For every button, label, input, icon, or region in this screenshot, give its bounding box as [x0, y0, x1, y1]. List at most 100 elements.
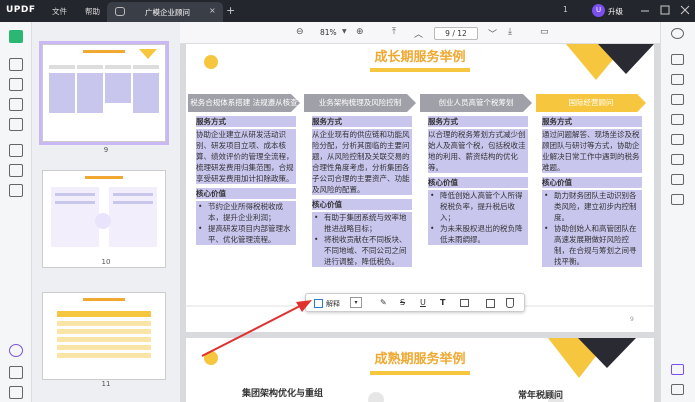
notification-count[interactable]: 1 — [563, 5, 568, 14]
last-page-icon[interactable]: ⤓ — [508, 27, 512, 37]
search-icon[interactable] — [671, 28, 684, 39]
underline-icon[interactable]: U — [420, 298, 426, 307]
new-tab-button[interactable]: + — [226, 4, 235, 17]
col4-value-item: 协助创始人和高管团队在高速发展期做好风险控制，在合规与筹划之间寻找平衡。 — [542, 223, 642, 267]
copy-icon[interactable] — [486, 299, 495, 308]
page-total: 12 — [457, 29, 467, 38]
thumbnail-9-preview — [43, 45, 165, 141]
ai-icon[interactable] — [9, 344, 23, 357]
print-icon[interactable] — [671, 174, 684, 185]
text-selection-popup: 解释 ▾ ✎ S U T — [305, 293, 525, 312]
zoom-dropdown-icon[interactable]: ▼ — [342, 28, 347, 35]
edit-pdf-icon[interactable] — [9, 78, 23, 91]
thumbnail-panel: 9 10 11 — [32, 22, 180, 402]
col2-value-heading: 核心价值 — [312, 199, 412, 210]
comment-note-icon[interactable] — [460, 299, 469, 307]
convert-icon[interactable] — [671, 74, 684, 85]
col2-method-heading: 服务方式 — [312, 116, 412, 127]
page-10-subtitle-left: 集团架构优化与重组 — [242, 389, 324, 399]
document-tab[interactable]: 广模企业顾问 × — [107, 2, 223, 22]
compress-icon[interactable] — [671, 94, 684, 105]
tab-close-icon[interactable]: × — [209, 6, 216, 15]
upgrade-button[interactable]: U 升级 — [590, 3, 626, 19]
zoom-in-icon[interactable]: ⊕ — [356, 27, 364, 37]
tab-title: 广模企业顾问 — [145, 8, 190, 17]
left-tool-bar — [0, 22, 32, 402]
col4-value-heading: 核心价值 — [542, 177, 642, 188]
column-3: 服务方式 以合理的税务筹划方式减少创始人及高管个税，包括税收洼地的利用、薪资结构… — [428, 114, 528, 245]
page-9: 成长期服务举例 税务合规体系搭建 法规遵从核查及扣减 业务架构梳理及风险控制 创… — [186, 44, 654, 332]
title-bar: UPDF 文件 帮助 广模企业顾问 × + 1 U 升级 — [0, 0, 695, 22]
explain-button[interactable]: 解释 — [326, 299, 340, 309]
column-header-1: 税务合规体系搭建 法规遵从核查及扣减 — [188, 94, 300, 112]
thumbnail-11-preview — [43, 293, 165, 379]
comment-icon[interactable] — [9, 58, 23, 71]
ocr-icon[interactable] — [671, 54, 684, 65]
batch-icon[interactable] — [671, 194, 684, 205]
zoom-level[interactable]: 81% — [320, 28, 337, 37]
thumbnail-label-9: 9 — [103, 146, 109, 154]
thumbnail-page-10[interactable] — [42, 170, 166, 268]
attachment-icon[interactable] — [9, 386, 23, 399]
app-logo: UPDF — [6, 5, 36, 15]
col3-method-heading: 服务方式 — [428, 116, 528, 127]
col1-value-item: 提高研发项目内部管理水平、优化管理流程。 — [196, 223, 296, 245]
column-2: 服务方式 从企业现有的供应链和功能风险分配，分析其面临的主要问题，从风险控制及关… — [312, 114, 412, 267]
prev-page-icon[interactable]: ︿ — [414, 27, 423, 40]
col3-value-item: 为未来股权退出的税负降低未雨绸缪。 — [428, 223, 528, 245]
explain-dropdown[interactable]: ▾ — [350, 297, 362, 308]
presentation-icon[interactable]: ▭ — [540, 27, 549, 37]
red-arrow-annotation — [201, 300, 312, 357]
column-1: 服务方式 协助企业建立从研发活动识别、研发项目立项、成本核算、绩效评价的管理全流… — [196, 114, 296, 245]
close-window-icon[interactable] — [680, 4, 690, 16]
menu-help[interactable]: 帮助 — [85, 6, 100, 17]
protect-icon[interactable] — [9, 164, 23, 177]
highlight-icon[interactable]: ✎ — [380, 298, 387, 307]
column-header-4: 国际经营顾问 — [536, 94, 646, 112]
page-10-subtitle-right: 常年税顾问 — [518, 391, 564, 401]
title-underline — [370, 68, 470, 72]
stamp-icon[interactable] — [9, 144, 23, 157]
col2-method-text: 从企业现有的供应链和功能风险分配，分析其面临的主要问题，从风险控制及关联交易的合… — [312, 129, 412, 195]
thumbnail-label-10: 10 — [101, 258, 111, 266]
chat-icon[interactable] — [671, 384, 684, 395]
col3-method-text: 以合理的税务筹划方式减少创始人及高管个税，包括税收洼地的利用、薪资结构的优化等。 — [428, 129, 528, 173]
first-page-icon[interactable]: ⤒ — [392, 27, 396, 37]
page-9-title: 成长期服务举例 — [374, 50, 466, 65]
insert-text-icon[interactable]: T — [440, 298, 445, 307]
organize-icon[interactable] — [9, 118, 23, 131]
maximize-icon[interactable] — [660, 4, 670, 16]
page-number-input[interactable]: 9 / 12 — [434, 27, 478, 40]
upgrade-label: 升级 — [608, 7, 623, 16]
save-icon[interactable] — [671, 154, 684, 165]
thumbnail-label-11: 11 — [101, 380, 111, 388]
form-icon[interactable] — [9, 98, 23, 111]
col4-value-item: 助力财务团队主动识别各类风险，建立初步内控制度。 — [542, 190, 642, 223]
col2-value-item: 有助于集团系统与效率地推进战略目标； — [312, 212, 412, 234]
menu-file[interactable]: 文件 — [52, 6, 67, 17]
bookmark-add-icon[interactable] — [506, 298, 514, 308]
strikethrough-icon[interactable]: S — [400, 298, 405, 307]
col3-value-item: 降低创始人高管个人所得税税负率，提升税后收入； — [428, 190, 528, 223]
col1-value-item: 节约企业所得税税收成本，提升企业利润； — [196, 201, 296, 223]
ai-assistant-icon[interactable] — [671, 364, 684, 375]
protect-doc-icon[interactable] — [671, 114, 684, 125]
thumbnail-page-9[interactable] — [39, 41, 169, 145]
col1-method-heading: 服务方式 — [196, 116, 296, 127]
next-page-icon[interactable]: ﹀ — [488, 27, 497, 40]
page-9-number: 9 — [630, 316, 634, 323]
zoom-out-icon[interactable]: ⊖ — [296, 27, 304, 37]
avatar: U — [592, 4, 605, 17]
layers-icon[interactable] — [9, 184, 23, 197]
column-header-3: 创业人员高管个税筹划 — [420, 94, 532, 112]
thumbnail-page-11[interactable] — [42, 292, 166, 380]
col4-method-text: 通过问题解答、现场坐诊及税顾团队与研讨等方式，协助企业解决日常工作中遇到的税务难… — [542, 129, 642, 173]
col1-value-heading: 核心价值 — [196, 188, 296, 199]
column-4: 服务方式 通过问题解答、现场坐诊及税顾团队与研讨等方式，协助企业解决日常工作中遇… — [542, 114, 642, 267]
minimize-icon[interactable] — [640, 4, 650, 16]
page-10-title-underline — [370, 371, 470, 375]
bookmark-icon[interactable] — [9, 366, 23, 379]
share-icon[interactable] — [671, 134, 684, 145]
reader-icon[interactable] — [9, 30, 23, 43]
thumbnail-10-preview — [43, 171, 165, 267]
